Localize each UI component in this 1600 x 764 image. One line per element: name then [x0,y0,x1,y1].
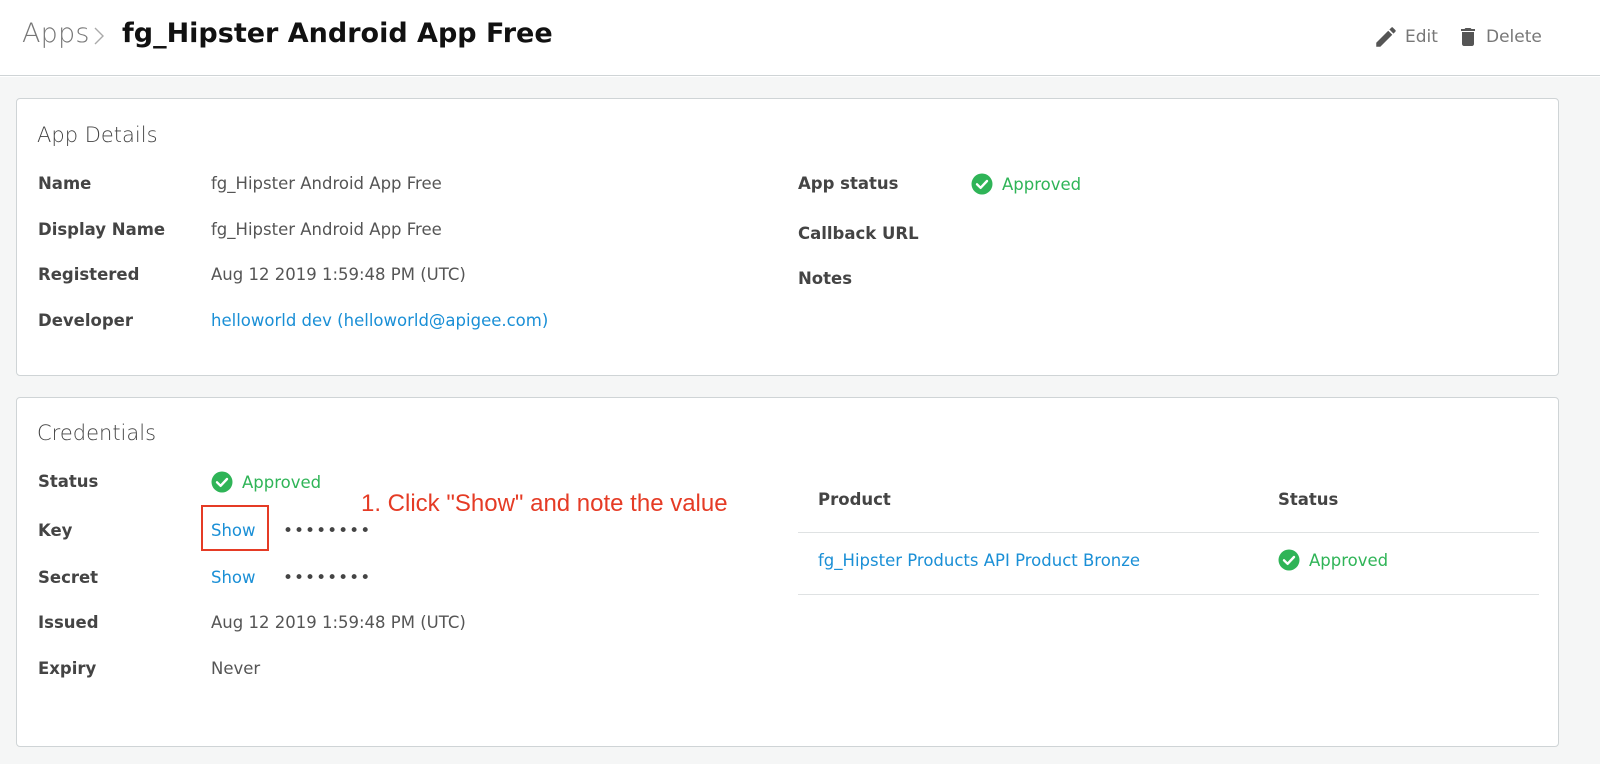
main-content: App Details Name fg_Hipster Android App … [0,77,1600,764]
app-status-value: Approved [1002,174,1082,194]
breadcrumb-apps[interactable]: Apps [22,18,90,49]
delete-label: Delete [1486,27,1542,47]
display-name-label: Display Name [38,220,166,239]
check-circle-icon [971,173,993,195]
secret-label: Secret [38,568,99,587]
product-status-value: Approved [1309,550,1389,570]
app-status-badge: Approved [971,173,1081,195]
callback-url-label: Callback URL [798,224,919,243]
notes-label: Notes [798,269,853,288]
product-column-header: Product [818,490,891,509]
expiry-label: Expiry [38,659,97,678]
edit-button[interactable]: Edit [1373,22,1438,52]
developer-label: Developer [38,311,133,330]
issued-value: Aug 12 2019 1:59:48 PM (UTC) [211,613,466,632]
chevron-right-icon [94,27,104,45]
key-label: Key [38,521,73,540]
page-title: fg_Hipster Android App Free [122,18,553,49]
delete-button[interactable]: Delete [1456,22,1542,52]
issued-label: Issued [38,613,99,632]
edit-label: Edit [1405,27,1438,47]
display-name-value: fg_Hipster Android App Free [211,220,442,239]
registered-value: Aug 12 2019 1:59:48 PM (UTC) [211,265,466,284]
instruction-annotation: 1. Click "Show" and note the value [361,490,728,517]
app-details-title: App Details [37,123,158,147]
credentials-title: Credentials [37,421,157,445]
key-masked-value: •••••••• [283,521,372,541]
trash-icon [1461,28,1475,46]
table-row-divider [798,594,1539,595]
name-label: Name [38,174,92,193]
product-status-badge: Approved [1278,549,1388,571]
check-circle-icon [211,471,233,493]
name-value: fg_Hipster Android App Free [211,174,442,193]
credential-status-badge: Approved [211,471,321,493]
pencil-icon [1376,27,1396,47]
status-column-header: Status [1278,490,1339,509]
show-key-button[interactable]: Show [211,521,256,540]
credentials-card: Credentials Status Approved Key Show •••… [16,397,1559,747]
credential-status-label: Status [38,472,99,491]
developer-link[interactable]: helloworld dev (helloworld@apigee.com) [211,311,548,330]
app-details-card: App Details Name fg_Hipster Android App … [16,98,1559,376]
show-secret-button[interactable]: Show [211,568,256,587]
registered-label: Registered [38,265,140,284]
check-circle-icon [1278,549,1300,571]
product-link[interactable]: fg_Hipster Products API Product Bronze [818,551,1140,570]
app-status-label: App status [798,174,899,193]
page-header: Apps fg_Hipster Android App Free Edit De… [0,0,1600,76]
credential-status-value: Approved [242,472,322,492]
table-header-divider [798,532,1539,533]
expiry-value: Never [211,659,261,678]
secret-masked-value: •••••••• [283,568,372,588]
